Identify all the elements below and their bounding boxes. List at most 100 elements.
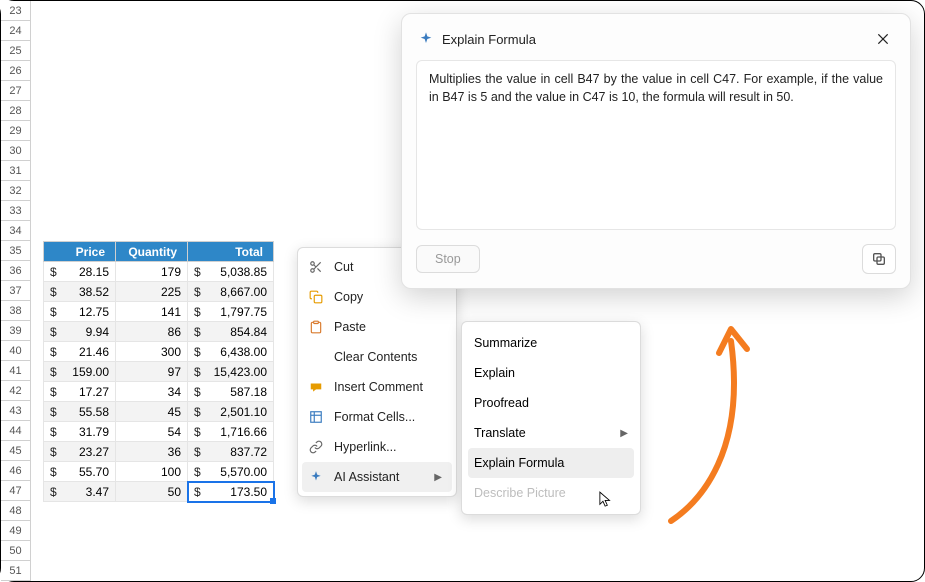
cell-total[interactable]: $1,797.75 xyxy=(188,302,274,322)
cell-total[interactable]: $8,667.00 xyxy=(188,282,274,302)
row-header[interactable]: 44 xyxy=(1,421,31,441)
submenu-summarize-label: Summarize xyxy=(474,336,628,350)
header-price[interactable]: Price xyxy=(44,242,116,262)
cell-price[interactable]: $9.94 xyxy=(44,322,116,342)
row-header[interactable]: 27 xyxy=(1,81,31,101)
cell-total[interactable]: $6,438.00 xyxy=(188,342,274,362)
cell-price[interactable]: $55.70 xyxy=(44,462,116,482)
header-total[interactable]: Total xyxy=(188,242,274,262)
row-header[interactable]: 47 xyxy=(1,481,31,501)
menu-hyperlink[interactable]: Hyperlink... xyxy=(298,432,456,462)
cell-total[interactable]: $2,501.10 xyxy=(188,402,274,422)
row-header[interactable]: 26 xyxy=(1,61,31,81)
cell-total[interactable]: $5,038.85 xyxy=(188,262,274,282)
row-header[interactable]: 28 xyxy=(1,101,31,121)
cell-quantity[interactable]: 225 xyxy=(116,282,188,302)
row-header[interactable]: 51 xyxy=(1,561,31,581)
cell-total[interactable]: $173.50 xyxy=(188,482,274,502)
cell-price[interactable]: $21.46 xyxy=(44,342,116,362)
row-header[interactable]: 34 xyxy=(1,221,31,241)
row-header[interactable]: 43 xyxy=(1,401,31,421)
row-header[interactable]: 36 xyxy=(1,261,31,281)
row-header[interactable]: 45 xyxy=(1,441,31,461)
row-header[interactable]: 32 xyxy=(1,181,31,201)
dialog-title: Explain Formula xyxy=(442,32,864,47)
row-header[interactable]: 31 xyxy=(1,161,31,181)
cell-price[interactable]: $38.52 xyxy=(44,282,116,302)
submenu-explain[interactable]: Explain xyxy=(462,358,640,388)
menu-paste[interactable]: Paste xyxy=(298,312,456,342)
cell-total[interactable]: $854.84 xyxy=(188,322,274,342)
cell-total[interactable]: $837.72 xyxy=(188,442,274,462)
menu-copy-label: Copy xyxy=(334,290,446,304)
row-header[interactable]: 48 xyxy=(1,501,31,521)
cell-price[interactable]: $55.58 xyxy=(44,402,116,422)
row-header[interactable]: 35 xyxy=(1,241,31,261)
row-header[interactable]: 38 xyxy=(1,301,31,321)
cell-quantity[interactable]: 86 xyxy=(116,322,188,342)
row-header[interactable]: 41 xyxy=(1,361,31,381)
row-header[interactable]: 42 xyxy=(1,381,31,401)
close-icon xyxy=(876,32,890,46)
dialog-body-text: Multiplies the value in cell B47 by the … xyxy=(416,60,896,230)
submenu-translate[interactable]: Translate ▶ xyxy=(462,418,640,448)
cell-price[interactable]: $12.75 xyxy=(44,302,116,322)
cell-price[interactable]: $159.00 xyxy=(44,362,116,382)
cell-quantity[interactable]: 45 xyxy=(116,402,188,422)
cell-total[interactable]: $5,570.00 xyxy=(188,462,274,482)
cell-quantity[interactable]: 141 xyxy=(116,302,188,322)
cell-price[interactable]: $17.27 xyxy=(44,382,116,402)
row-header[interactable]: 30 xyxy=(1,141,31,161)
cell-price[interactable]: $28.15 xyxy=(44,262,116,282)
submenu-explain-formula[interactable]: Explain Formula xyxy=(468,448,634,478)
submenu-explain-formula-label: Explain Formula xyxy=(474,456,628,470)
comment-icon xyxy=(308,379,324,395)
blank-icon xyxy=(308,349,324,365)
submenu-proofread[interactable]: Proofread xyxy=(462,388,640,418)
cell-quantity[interactable]: 50 xyxy=(116,482,188,502)
submenu-summarize[interactable]: Summarize xyxy=(462,328,640,358)
menu-insert-comment[interactable]: Insert Comment xyxy=(298,372,456,402)
cell-quantity[interactable]: 54 xyxy=(116,422,188,442)
row-header[interactable]: 24 xyxy=(1,21,31,41)
cell-quantity[interactable]: 179 xyxy=(116,262,188,282)
close-button[interactable] xyxy=(872,28,894,50)
cell-price[interactable]: $3.47 xyxy=(44,482,116,502)
sparkle-icon xyxy=(418,31,434,47)
row-header[interactable]: 25 xyxy=(1,41,31,61)
cell-quantity[interactable]: 300 xyxy=(116,342,188,362)
clipboard-icon xyxy=(308,319,324,335)
ai-submenu: Summarize Explain Proofread Translate ▶ … xyxy=(461,321,641,515)
cell-quantity[interactable]: 100 xyxy=(116,462,188,482)
table-row: $3.4750$173.50 xyxy=(44,482,274,502)
cell-price[interactable]: $31.79 xyxy=(44,422,116,442)
menu-ai-label: AI Assistant xyxy=(334,470,424,484)
row-header[interactable]: 50 xyxy=(1,541,31,561)
row-header[interactable]: 37 xyxy=(1,281,31,301)
table-row: $28.15179$5,038.85 xyxy=(44,262,274,282)
row-header[interactable]: 46 xyxy=(1,461,31,481)
stop-button[interactable]: Stop xyxy=(416,245,480,273)
menu-ai-assistant[interactable]: AI Assistant ▶ xyxy=(302,462,452,492)
spreadsheet-table: Price Quantity Total $28.15179$5,038.85$… xyxy=(43,241,274,502)
row-header[interactable]: 29 xyxy=(1,121,31,141)
menu-format-cells[interactable]: Format Cells... xyxy=(298,402,456,432)
cell-quantity[interactable]: 97 xyxy=(116,362,188,382)
row-header[interactable]: 33 xyxy=(1,201,31,221)
row-header[interactable]: 39 xyxy=(1,321,31,341)
cell-quantity[interactable]: 36 xyxy=(116,442,188,462)
table-row: $55.70100$5,570.00 xyxy=(44,462,274,482)
chevron-right-icon: ▶ xyxy=(620,428,628,439)
copy-button[interactable] xyxy=(862,244,896,274)
cell-quantity[interactable]: 34 xyxy=(116,382,188,402)
menu-clear-contents[interactable]: Clear Contents xyxy=(298,342,456,372)
cell-total[interactable]: $587.18 xyxy=(188,382,274,402)
header-quantity[interactable]: Quantity xyxy=(116,242,188,262)
row-header[interactable]: 49 xyxy=(1,521,31,541)
cell-price[interactable]: $23.27 xyxy=(44,442,116,462)
cell-total[interactable]: $15,423.00 xyxy=(188,362,274,382)
table-row: $38.52225$8,667.00 xyxy=(44,282,274,302)
cell-total[interactable]: $1,716.66 xyxy=(188,422,274,442)
row-header[interactable]: 23 xyxy=(1,1,31,21)
row-header[interactable]: 40 xyxy=(1,341,31,361)
